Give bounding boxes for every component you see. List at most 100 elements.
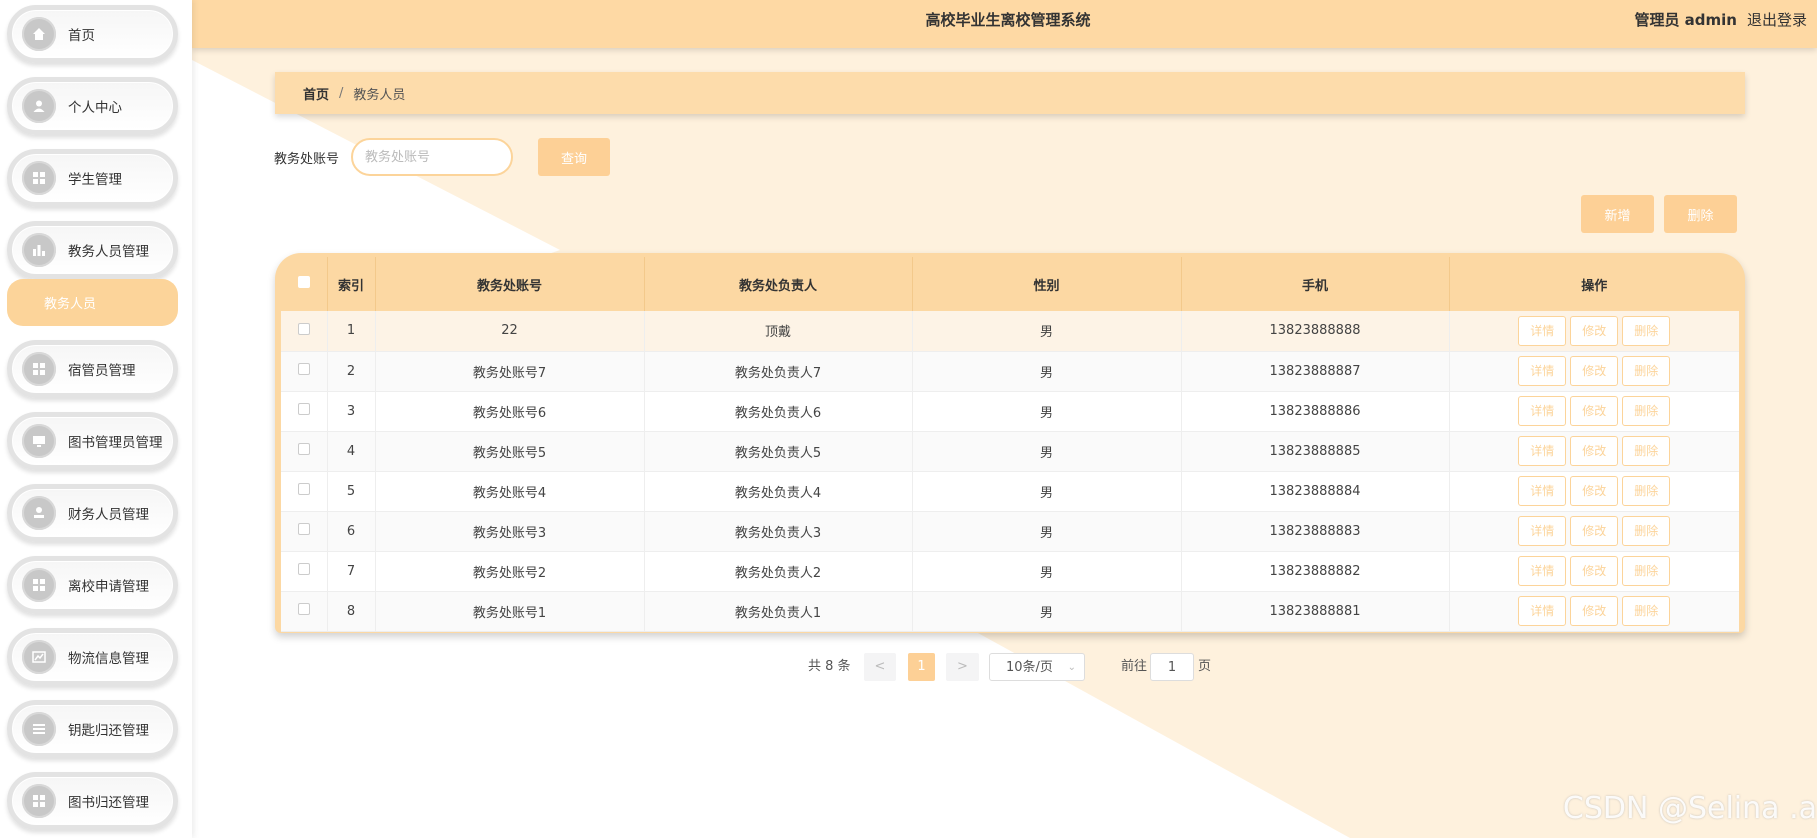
cell-gender: 男 [912,351,1182,392]
app-title: 高校毕业生离校管理系统 [925,11,1091,29]
cell-gender: 男 [912,511,1182,552]
row-checkbox[interactable] [297,363,310,375]
sidebar-item-logistics[interactable]: 物流信息管理 [7,628,178,686]
cell-actions: 详情 修改 删除 [1449,311,1739,352]
page-number-current[interactable]: 1 [908,653,935,681]
goto-label: 前往 [1121,659,1148,674]
cell-actions: 详情 修改 删除 [1449,551,1739,592]
cell-index: 6 [327,511,376,552]
detail-button[interactable]: 详情 [1518,556,1567,586]
breadcrumb: 首页 / 教务人员 [275,72,1745,114]
sidebar-item-staff[interactable]: 教务人员管理 [7,221,178,279]
cell-actions: 详情 修改 删除 [1449,471,1739,512]
detail-button[interactable]: 详情 [1518,315,1567,346]
cell-account: 教务处账号6 [375,391,645,432]
user-icon [22,89,56,123]
page-size-value: 10条/页 [1006,660,1053,675]
sidebar-item-keys[interactable]: 钥匙归还管理 [7,700,178,758]
row-checkbox[interactable] [297,563,310,575]
delete-button[interactable]: 删除 [1622,516,1671,546]
detail-button[interactable]: 详情 [1518,596,1567,626]
cell-index: 2 [327,351,376,392]
sidebar-item-librarian[interactable]: 图书管理员管理 [7,412,178,470]
query-button[interactable]: 查询 [538,138,610,176]
batch-delete-button[interactable]: 删除 [1664,195,1737,233]
edit-button[interactable]: 修改 [1570,516,1619,546]
top-header: 高校毕业生离校管理系统 管理员 admin 退出登录 [192,0,1817,48]
edit-button[interactable]: 修改 [1570,476,1619,506]
row-select-cell [281,311,328,352]
row-checkbox[interactable] [297,403,310,415]
sidebar-item-label: 教务人员管理 [68,244,149,260]
cell-leader: 教务处负责人2 [644,551,913,592]
detail-button[interactable]: 详情 [1518,476,1567,506]
cell-gender: 男 [912,471,1182,512]
stamp-icon [22,496,56,530]
sidebar-subitem-staff[interactable]: 教务人员 [7,279,178,326]
cell-phone: 13823888887 [1181,351,1450,392]
cell-phone: 13823888883 [1181,511,1450,552]
page-size-select[interactable]: 10条/页 ⌄ [989,653,1085,681]
row-select-cell [281,431,328,472]
edit-button[interactable]: 修改 [1570,315,1619,346]
cell-actions: 详情 修改 删除 [1449,591,1739,632]
delete-button[interactable]: 删除 [1622,356,1671,386]
search-input[interactable] [351,138,513,176]
delete-button[interactable]: 删除 [1622,436,1671,466]
delete-button[interactable]: 删除 [1622,596,1671,626]
select-all-cell [281,257,328,311]
detail-button[interactable]: 详情 [1518,436,1567,466]
edit-button[interactable]: 修改 [1570,436,1619,466]
row-checkbox[interactable] [297,483,310,495]
edit-button[interactable]: 修改 [1570,356,1619,386]
delete-button[interactable]: 删除 [1622,315,1671,346]
sidebar-item-label: 学生管理 [68,172,122,188]
cell-index: 3 [327,391,376,432]
column-header: 索引 [327,257,376,311]
delete-button[interactable]: 删除 [1622,556,1671,586]
detail-button[interactable]: 详情 [1518,356,1567,386]
next-page-button[interactable]: > [946,653,979,681]
sidebar-item-books[interactable]: 图书归还管理 [7,772,178,830]
detail-button[interactable]: 详情 [1518,516,1567,546]
sidebar-item-label: 宿管员管理 [68,363,136,379]
sidebar: 首页 个人中心 学生管理 教务人员管理 教务人员 宿管员管理 图书管理员管理 财… [0,0,192,838]
sidebar-item-profile[interactable]: 个人中心 [7,77,178,135]
pagination: 共 8 条 < 1 > 10条/页 ⌄ 前往 1 页 [0,653,1817,681]
row-checkbox[interactable] [297,322,310,335]
sidebar-item-students[interactable]: 学生管理 [7,149,178,207]
sidebar-item-finance[interactable]: 财务人员管理 [7,484,178,542]
table-row: 6 教务处账号3 教务处负责人3 男 13823888883 详情 修改 删除 [281,511,1739,552]
sidebar-item-leave[interactable]: 离校申请管理 [7,556,178,614]
row-checkbox[interactable] [297,523,310,535]
breadcrumb-home[interactable]: 首页 [303,84,329,103]
add-button[interactable]: 新增 [1581,195,1654,233]
edit-button[interactable]: 修改 [1570,556,1619,586]
cell-gender: 男 [912,431,1182,472]
sidebar-item-home[interactable]: 首页 [7,5,178,63]
cell-phone: 13823888888 [1181,311,1450,352]
goto-page-input[interactable]: 1 [1150,653,1194,681]
delete-button[interactable]: 删除 [1622,396,1671,426]
row-select-cell [281,391,328,432]
detail-button[interactable]: 详情 [1518,396,1567,426]
cell-actions: 详情 修改 删除 [1449,351,1739,392]
logout-link[interactable]: 退出登录 [1747,0,1807,40]
cell-leader: 顶戴 [644,311,913,352]
cell-account: 教务处账号3 [375,511,645,552]
sidebar-item-dorm[interactable]: 宿管员管理 [7,340,178,398]
row-checkbox[interactable] [297,603,310,615]
column-header: 教务处账号 [375,257,645,311]
row-checkbox[interactable] [297,443,310,455]
select-all-checkbox[interactable] [297,276,310,288]
sidebar-item-label: 图书归还管理 [68,795,149,811]
cell-index: 4 [327,431,376,472]
cell-index: 5 [327,471,376,512]
cell-leader: 教务处负责人7 [644,351,913,392]
delete-button[interactable]: 删除 [1622,476,1671,506]
grid-icon [22,161,56,195]
sidebar-item-label: 图书管理员管理 [68,435,163,451]
edit-button[interactable]: 修改 [1570,396,1619,426]
prev-page-button[interactable]: < [864,653,896,681]
edit-button[interactable]: 修改 [1570,596,1619,626]
